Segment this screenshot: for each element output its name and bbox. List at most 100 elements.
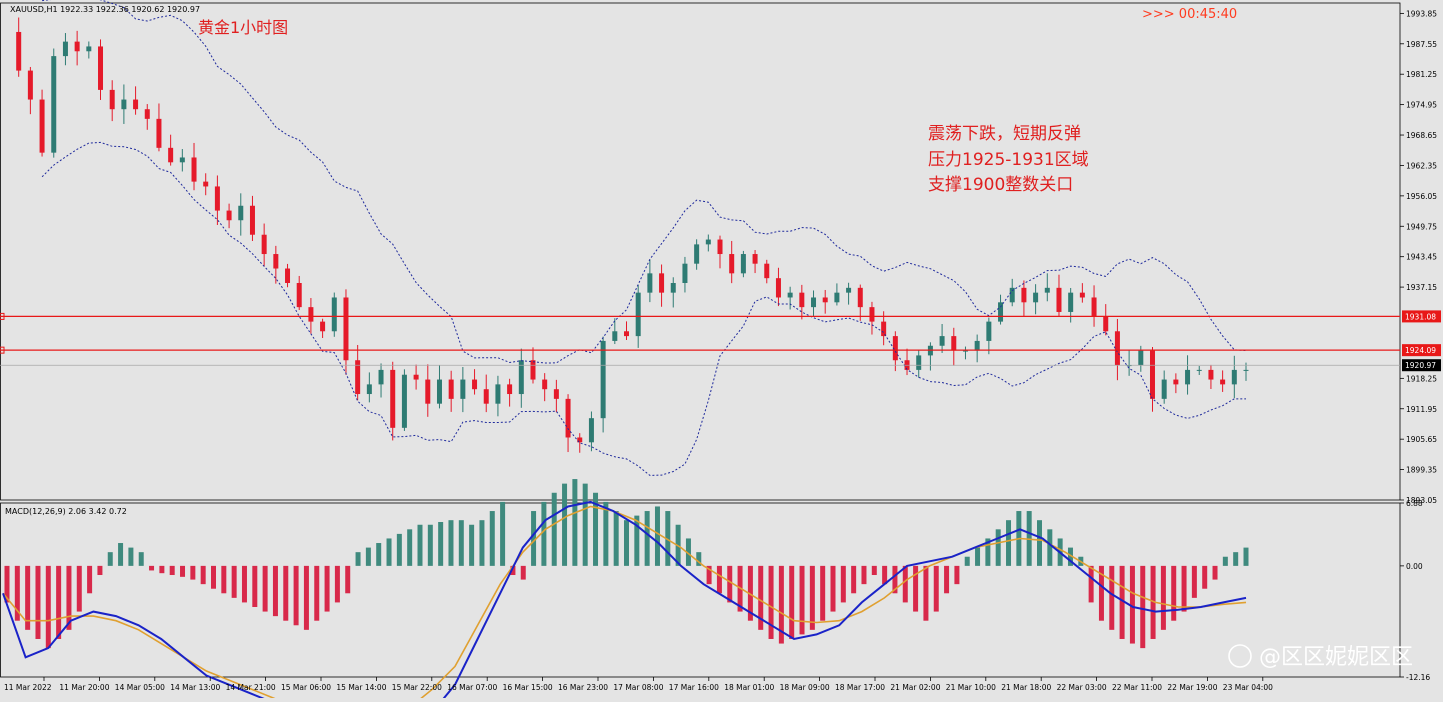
candle-body: [16, 31, 22, 71]
candle-body: [460, 379, 466, 399]
candle-body: [1243, 369, 1249, 371]
macd-bar: [386, 538, 392, 566]
macd-bar: [314, 565, 320, 621]
candle-body: [1056, 287, 1062, 312]
macd-bar: [1047, 529, 1053, 566]
candle-body: [273, 254, 279, 269]
candle-body: [986, 321, 992, 341]
x-tick-label: 16 Mar 15:00: [503, 683, 553, 692]
y-tick-label: 1962.35: [1406, 161, 1437, 170]
x-tick-label: 18 Mar 17:00: [835, 683, 885, 692]
macd-bar: [716, 565, 722, 594]
macd-bar: [169, 565, 175, 576]
candle-body: [542, 379, 548, 390]
x-tick-label: 15 Mar 22:00: [392, 683, 442, 692]
candle-body: [600, 340, 606, 419]
x-tick-label: 15 Mar 14:00: [336, 683, 386, 692]
candle-body: [98, 46, 104, 90]
macd-bar: [417, 524, 423, 566]
candle-body: [1138, 350, 1144, 366]
candle-body: [764, 263, 770, 279]
x-tick-label: 17 Mar 16:00: [669, 683, 719, 692]
y-tick-label: 1987.55: [1406, 40, 1437, 49]
candle-body: [1021, 287, 1027, 303]
macd-bar: [995, 529, 1001, 566]
macd-bar: [221, 565, 227, 594]
x-tick-label: 22 Mar 11:00: [1112, 683, 1162, 692]
macd-bar: [603, 501, 609, 566]
candle-body: [822, 297, 828, 303]
macd-bar: [438, 522, 444, 566]
x-tick-label: 21 Mar 02:00: [890, 683, 940, 692]
macd-tick-label: -12.16: [1406, 673, 1430, 682]
candle-body: [939, 336, 945, 346]
candle-body: [846, 287, 852, 293]
macd-bar: [200, 565, 206, 585]
candle-body: [472, 379, 478, 390]
candle-body: [390, 369, 396, 428]
candle-body: [740, 254, 746, 274]
candle-body: [1149, 350, 1155, 399]
candle-body: [1208, 369, 1214, 380]
candle-body: [682, 263, 688, 283]
candle-body: [436, 379, 442, 404]
candle-body: [1091, 297, 1097, 317]
macd-bar: [933, 565, 939, 612]
macd-bar: [241, 565, 247, 603]
symbol-info: XAUUSD,H1 1922.33 1922.36 1920.62 1920.9…: [10, 5, 200, 14]
macd-bar: [975, 547, 981, 566]
macd-tick-label: 6.88: [1406, 499, 1423, 508]
candle-body: [261, 234, 267, 255]
annotation-support: 支撑1900整数关口: [928, 175, 1073, 195]
candle-body: [1114, 331, 1120, 366]
y-tick-label: 1899.35: [1406, 466, 1437, 475]
candle-body: [144, 109, 150, 119]
candle-body: [156, 118, 162, 148]
macd-bar: [272, 565, 278, 617]
candle-body: [483, 389, 489, 404]
candle-body: [238, 205, 244, 221]
annotation-resistance: 压力1925-1931区域: [928, 150, 1089, 170]
candle-body: [869, 307, 875, 322]
macd-bar: [871, 565, 877, 576]
macd-bar: [1088, 565, 1094, 603]
x-tick-label: 21 Mar 18:00: [1001, 683, 1051, 692]
candle-body: [1103, 316, 1109, 332]
macd-bar: [427, 524, 433, 566]
macd-bar: [97, 565, 103, 576]
macd-bar: [283, 565, 289, 621]
x-tick-label: 16 Mar 07:00: [447, 683, 497, 692]
candle-body: [635, 292, 641, 337]
candle-body: [974, 340, 980, 351]
macd-bar: [572, 479, 578, 566]
chart-background: [0, 0, 1443, 698]
candle-body: [27, 70, 33, 100]
candle-body: [670, 283, 676, 293]
candle-body: [296, 283, 302, 308]
macd-bar: [479, 520, 485, 566]
candle-body: [624, 331, 629, 337]
macd-bar: [252, 565, 258, 607]
macd-bar: [799, 565, 805, 635]
price-chart[interactable]: 1993.85 1987.55 1981.25 1974.95 1968.65 1962.…: [0, 0, 1443, 702]
x-tick-label: 16 Mar 23:00: [558, 683, 608, 692]
macd-bar: [789, 565, 795, 639]
last-price-label: 1920.97: [1405, 361, 1436, 370]
macd-bar: [1037, 520, 1042, 566]
chart-root: 1993.85 1987.55 1981.25 1974.95 1968.65 1962.…: [0, 0, 1443, 702]
x-tick-label: 21 Mar 10:00: [946, 683, 996, 692]
candle-body: [612, 331, 618, 341]
macd-bar: [118, 543, 124, 566]
candle-body: [1173, 379, 1179, 385]
macd-bar: [1222, 556, 1228, 566]
candle-body: [694, 244, 700, 264]
macd-bar: [1181, 565, 1187, 612]
candle-body: [787, 292, 793, 298]
macd-bar: [944, 565, 950, 594]
macd-tick-label: 0.00: [1406, 562, 1423, 571]
macd-bar: [541, 501, 547, 566]
macd-bar: [830, 565, 836, 612]
candle-body: [62, 41, 68, 57]
candle-body: [998, 302, 1004, 322]
candle-body: [588, 418, 594, 443]
